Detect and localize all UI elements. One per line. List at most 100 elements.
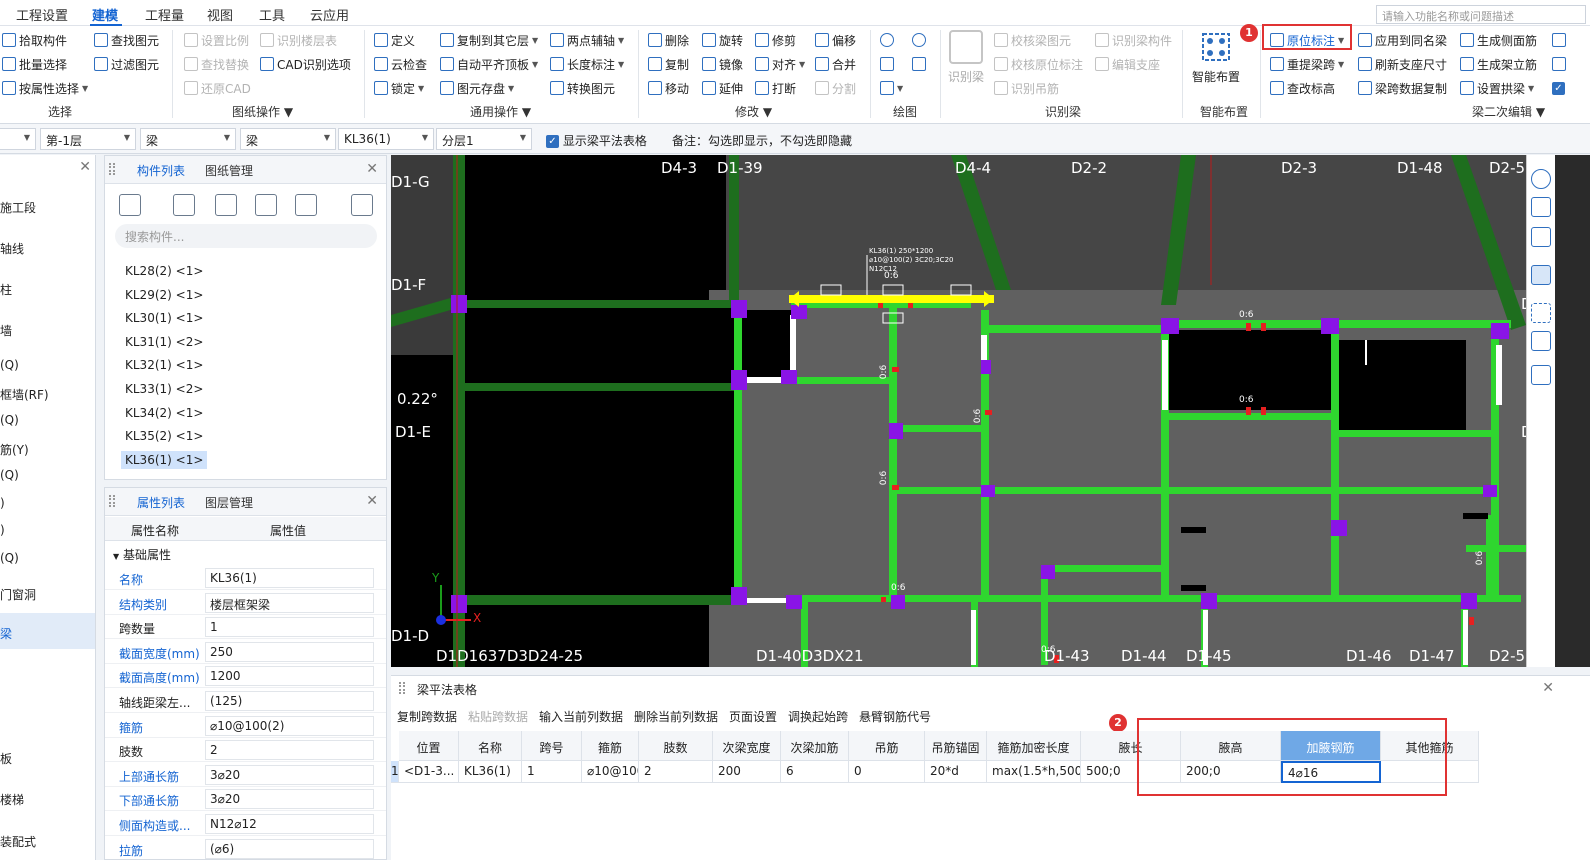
- delete-column-data-button[interactable]: 删除当前列数据: [634, 708, 718, 725]
- extend-button[interactable]: 延伸: [702, 78, 743, 98]
- cloud-check-button[interactable]: 云检查: [374, 54, 427, 74]
- list-item[interactable]: KL28(2) <1>: [125, 264, 203, 278]
- cube-icon[interactable]: [1531, 227, 1551, 247]
- property-value-field[interactable]: 3⌀20: [205, 789, 374, 810]
- table-header-cell[interactable]: 次梁宽度: [713, 731, 781, 761]
- group-basic-attrs[interactable]: ▼ 基础属性: [113, 546, 171, 563]
- table-cell[interactable]: 1: [522, 761, 582, 783]
- extra-tool-2[interactable]: [1552, 54, 1566, 74]
- nav-item[interactable]: 门窗洞: [0, 586, 36, 603]
- property-value-field[interactable]: (⌀6): [205, 838, 374, 859]
- save-element-button[interactable]: 图元存盘 ▼: [440, 78, 514, 98]
- list-view-icon[interactable]: [1531, 365, 1551, 385]
- copy-member-icon[interactable]: [173, 194, 195, 216]
- break-button[interactable]: 打断: [755, 78, 796, 98]
- select-by-attr-button[interactable]: 按属性选择 ▼: [2, 78, 88, 98]
- tab-component-list[interactable]: 构件列表: [137, 162, 185, 179]
- extra-tool-1[interactable]: [1552, 30, 1566, 50]
- copy-span-data-button[interactable]: 复制跨数据: [397, 708, 457, 725]
- delete-button[interactable]: 删除: [648, 30, 689, 50]
- table-header-cell[interactable]: 跨号: [522, 731, 582, 761]
- restore-cad-button[interactable]: 还原CAD: [184, 78, 251, 98]
- grip-icon[interactable]: [109, 163, 115, 175]
- auto-level-button[interactable]: 自动平齐顶板 ▼: [440, 54, 538, 74]
- table-header-cell[interactable]: 名称: [459, 731, 522, 761]
- orbit-icon[interactable]: [1531, 169, 1551, 189]
- find-replace-button[interactable]: 查找替换: [184, 54, 249, 74]
- list-item[interactable]: KL34(2) <1>: [125, 406, 203, 420]
- nav-item[interactable]: 装配式: [0, 833, 36, 850]
- list-item[interactable]: KL33(1) <2>: [125, 382, 203, 396]
- search-component-input[interactable]: 搜索构件...: [115, 224, 377, 248]
- check-beam-button[interactable]: 校核梁图元: [994, 30, 1071, 50]
- property-value-field[interactable]: KL36(1): [205, 568, 374, 588]
- menu-quantities[interactable]: 工程量: [145, 5, 184, 24]
- rotate-button[interactable]: 旋转: [702, 30, 743, 50]
- cad-options-button[interactable]: CAD识别选项: [260, 54, 351, 74]
- type-select[interactable]: 梁 ▼: [240, 128, 336, 150]
- lock-button[interactable]: 锁定 ▼: [374, 78, 424, 98]
- show-table-checkbox[interactable]: ✓ 显示梁平法表格: [546, 132, 647, 149]
- span-data-copy-button[interactable]: 梁跨数据复制: [1358, 78, 1447, 98]
- mirror-button[interactable]: 镜像: [702, 54, 743, 74]
- table-cell[interactable]: 200: [713, 761, 781, 783]
- drawing-canvas[interactable]: D4-3 D1-39 D4-4 D2-2 D2-3 D1-48 D2-5 D1-G D1-F D1…: [391, 155, 1526, 667]
- 3d-view-icon[interactable]: [1531, 197, 1551, 217]
- member-select[interactable]: KL36(1) ▼: [338, 128, 434, 150]
- delete-member-icon[interactable]: [215, 194, 237, 216]
- nav-item[interactable]: 墙: [0, 322, 12, 339]
- new-member-icon[interactable]: [119, 194, 141, 216]
- nav-item[interactable]: 框墙(RF): [0, 386, 49, 403]
- draw-point-button[interactable]: [880, 30, 894, 50]
- filter-element-button[interactable]: 过滤图元: [94, 54, 159, 74]
- zoom-extent-icon[interactable]: [1531, 303, 1551, 323]
- table-header-cell[interactable]: 吊筋: [849, 731, 925, 761]
- identify-beam-button[interactable]: 识别梁: [948, 30, 984, 85]
- identify-floor-table-button[interactable]: 识别楼层表: [260, 30, 337, 50]
- trim-button[interactable]: 修剪: [755, 30, 796, 50]
- length-mark-button[interactable]: 长度标注 ▼: [550, 54, 624, 74]
- menu-modeling[interactable]: 建模: [92, 5, 118, 24]
- nav-item[interactable]: ): [0, 496, 5, 510]
- close-icon[interactable]: ✕: [79, 159, 91, 175]
- floor-select[interactable]: 第-1层 ▼: [40, 128, 136, 150]
- check-elevation-button[interactable]: 查改标高: [1270, 78, 1335, 98]
- set-scale-button[interactable]: 设置比例: [184, 30, 249, 50]
- menu-project-settings[interactable]: 工程设置: [16, 5, 68, 24]
- table-header-cell[interactable]: 肢数: [639, 731, 713, 761]
- filter-member-icon[interactable]: [295, 194, 317, 216]
- list-item[interactable]: KL30(1) <1>: [125, 311, 203, 325]
- nav-item[interactable]: 轴线: [0, 240, 24, 257]
- tab-properties[interactable]: 属性列表: [137, 494, 185, 511]
- nav-item[interactable]: 筋(Y): [0, 441, 29, 458]
- layer-copy-icon[interactable]: [255, 194, 277, 216]
- apply-same-name-button[interactable]: 应用到同名梁: [1358, 30, 1447, 50]
- merge-button[interactable]: 合并: [815, 54, 856, 74]
- tab-layer-manage[interactable]: 图层管理: [205, 494, 253, 511]
- close-icon[interactable]: ✕: [366, 493, 378, 509]
- box-select-icon[interactable]: [1531, 331, 1551, 351]
- find-element-button[interactable]: 查找图元: [94, 30, 159, 50]
- set-arch-beam-button[interactable]: 设置拱梁 ▼: [1460, 78, 1534, 98]
- property-value-field[interactable]: N12⌀12: [205, 814, 374, 834]
- function-search-input[interactable]: 请输入功能名称或问题描述: [1376, 5, 1586, 24]
- original-mark-button[interactable]: 原位标注 ▼: [1270, 30, 1344, 50]
- move-button[interactable]: 移动: [648, 78, 689, 98]
- table-header-cell[interactable]: 位置: [399, 731, 459, 761]
- page-setup-button[interactable]: 页面设置: [729, 708, 777, 725]
- nav-item-beam[interactable]: 梁: [0, 625, 12, 642]
- list-item[interactable]: KL32(1) <1>: [125, 358, 203, 372]
- grip-icon[interactable]: [109, 495, 115, 507]
- cantilever-code-button[interactable]: 悬臂钢筋代号: [859, 708, 931, 725]
- expand-icon[interactable]: [351, 194, 373, 216]
- table-header-cell[interactable]: 箍筋加密长度: [987, 731, 1081, 761]
- table-cell[interactable]: 2: [639, 761, 713, 783]
- property-value-field[interactable]: 1: [205, 617, 374, 638]
- property-value-field[interactable]: (125): [205, 691, 374, 711]
- table-cell[interactable]: KL36(1): [459, 761, 522, 783]
- nav-item[interactable]: 柱: [0, 281, 12, 298]
- identify-hanger-button[interactable]: 识别吊筋: [994, 78, 1059, 98]
- grip-icon[interactable]: [399, 682, 405, 694]
- category-select[interactable]: 梁 ▼: [140, 128, 236, 150]
- refresh-support-button[interactable]: 刷新支座尺寸: [1358, 54, 1447, 74]
